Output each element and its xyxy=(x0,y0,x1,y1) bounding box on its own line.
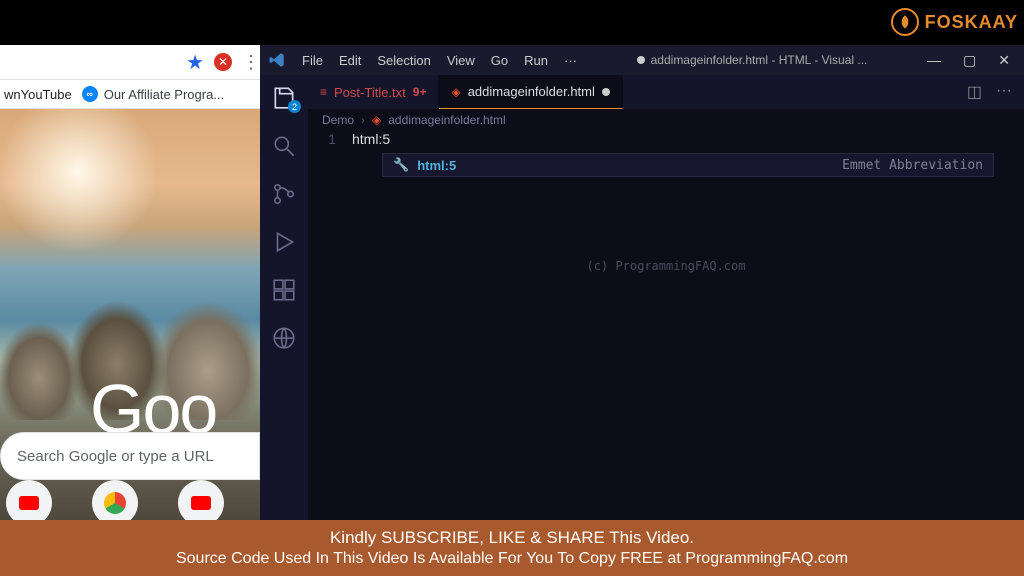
extensions-icon[interactable] xyxy=(271,277,297,303)
tab-badge: 9+ xyxy=(413,85,427,99)
line-number: 1 xyxy=(308,131,352,147)
live-share-icon[interactable] xyxy=(271,325,297,351)
editor-tabs: ≡ Post-Title.txt 9+ ◈ addimageinfolder.h… xyxy=(308,75,1024,109)
menu-run[interactable]: Run xyxy=(524,53,548,68)
chrome-window: ★ ✕ ⋮ wnYouTube ∞ Our Affiliate Progra..… xyxy=(0,45,260,530)
chevron-right-icon: › xyxy=(361,113,365,127)
breadcrumb-root[interactable]: Demo xyxy=(322,113,354,127)
watermark-text: (c) ProgrammingFAQ.com xyxy=(587,259,746,273)
explorer-icon[interactable]: 2 xyxy=(271,85,297,111)
chrome-icon xyxy=(104,492,126,514)
explorer-badge: 2 xyxy=(288,100,301,113)
close-button[interactable]: ✕ xyxy=(998,52,1010,69)
banner-line2: Source Code Used In This Video Is Availa… xyxy=(176,550,848,568)
bookmark-label: Our Affiliate Progra... xyxy=(104,87,224,102)
bookmark-item[interactable]: ∞ Our Affiliate Progra... xyxy=(82,86,224,102)
code-editor[interactable]: 1 html:5 🔧 html:5 Emmet Abbreviation (c)… xyxy=(308,131,1024,520)
suggest-hint: Emmet Abbreviation xyxy=(842,158,983,173)
menu-edit[interactable]: Edit xyxy=(339,53,361,68)
tab-label: Post-Title.txt xyxy=(334,85,406,100)
menu-view[interactable]: View xyxy=(447,53,475,68)
suggest-label[interactable]: html:5 xyxy=(417,158,456,173)
window-title: addimageinfolder.html - HTML - Visual ..… xyxy=(577,53,927,67)
brand-icon xyxy=(891,8,919,36)
minimize-button[interactable]: — xyxy=(927,52,941,69)
window-controls: — ▢ ✕ xyxy=(927,52,1024,69)
activity-bar: 2 xyxy=(260,75,308,520)
source-control-icon[interactable] xyxy=(271,181,297,207)
bookmark-favicon-icon: ∞ xyxy=(82,86,98,102)
chrome-new-tab-page: Goo Search Google or type a URL xyxy=(0,109,260,530)
more-actions-icon[interactable]: ··· xyxy=(996,82,1012,102)
tab-post-title[interactable]: ≡ Post-Title.txt 9+ xyxy=(308,75,439,109)
banner-line1: Kindly SUBSCRIBE, LIKE & SHARE This Vide… xyxy=(330,528,694,548)
editor-actions: ◫ ··· xyxy=(967,82,1024,102)
wrench-icon: 🔧 xyxy=(393,157,409,173)
bookmarks-bar: wnYouTube ∞ Our Affiliate Progra... xyxy=(0,79,260,109)
bookmark-star-icon[interactable]: ★ xyxy=(186,50,204,75)
editor-area: ≡ Post-Title.txt 9+ ◈ addimageinfolder.h… xyxy=(308,75,1024,520)
html-file-icon: ◈ xyxy=(451,85,460,99)
text-file-icon: ≡ xyxy=(320,85,327,99)
chrome-tab-strip: ★ ✕ ⋮ xyxy=(0,45,260,79)
chrome-menu-icon[interactable]: ⋮ xyxy=(242,52,260,73)
search-icon[interactable] xyxy=(271,133,297,159)
menu-go[interactable]: Go xyxy=(491,53,508,68)
intellisense-popup[interactable]: 🔧 html:5 Emmet Abbreviation xyxy=(382,153,994,177)
run-debug-icon[interactable] xyxy=(271,229,297,255)
search-placeholder: Search Google or type a URL xyxy=(17,448,214,465)
maximize-button[interactable]: ▢ xyxy=(963,52,976,69)
tab-label: addimageinfolder.html xyxy=(468,84,595,99)
menu-selection[interactable]: Selection xyxy=(377,53,430,68)
menu-file[interactable]: File xyxy=(302,53,323,68)
menu-bar: File Edit Selection View Go Run ··· xyxy=(294,53,577,68)
brand-text: FOSKAAY xyxy=(925,12,1018,33)
line-content[interactable]: html:5 xyxy=(352,131,390,147)
bookmark-item[interactable]: wnYouTube xyxy=(4,87,72,102)
tab-addimageinfolder[interactable]: ◈ addimageinfolder.html xyxy=(439,75,622,109)
youtube-icon xyxy=(191,496,211,510)
video-banner: Kindly SUBSCRIBE, LIKE & SHARE This Vide… xyxy=(0,520,1024,576)
search-input[interactable]: Search Google or type a URL xyxy=(0,432,260,480)
brand: FOSKAAY xyxy=(891,8,1018,36)
video-top-bar: FOSKAAY xyxy=(0,0,1024,45)
youtube-icon xyxy=(19,496,39,510)
breadcrumb-file[interactable]: addimageinfolder.html xyxy=(388,113,505,127)
code-line[interactable]: 1 html:5 xyxy=(308,131,1024,147)
split-editor-icon[interactable]: ◫ xyxy=(967,82,982,102)
html-file-icon: ◈ xyxy=(372,113,381,127)
vscode-window: File Edit Selection View Go Run ··· addi… xyxy=(260,45,1024,520)
breadcrumb[interactable]: Demo › ◈ addimageinfolder.html xyxy=(308,109,1024,131)
menu-more[interactable]: ··· xyxy=(564,53,577,68)
vscode-title-bar: File Edit Selection View Go Run ··· addi… xyxy=(260,45,1024,75)
modified-dot-icon xyxy=(637,56,645,64)
modified-dot-icon xyxy=(602,88,610,96)
extension-badge-icon[interactable]: ✕ xyxy=(214,53,232,71)
vscode-logo-icon xyxy=(260,51,294,69)
